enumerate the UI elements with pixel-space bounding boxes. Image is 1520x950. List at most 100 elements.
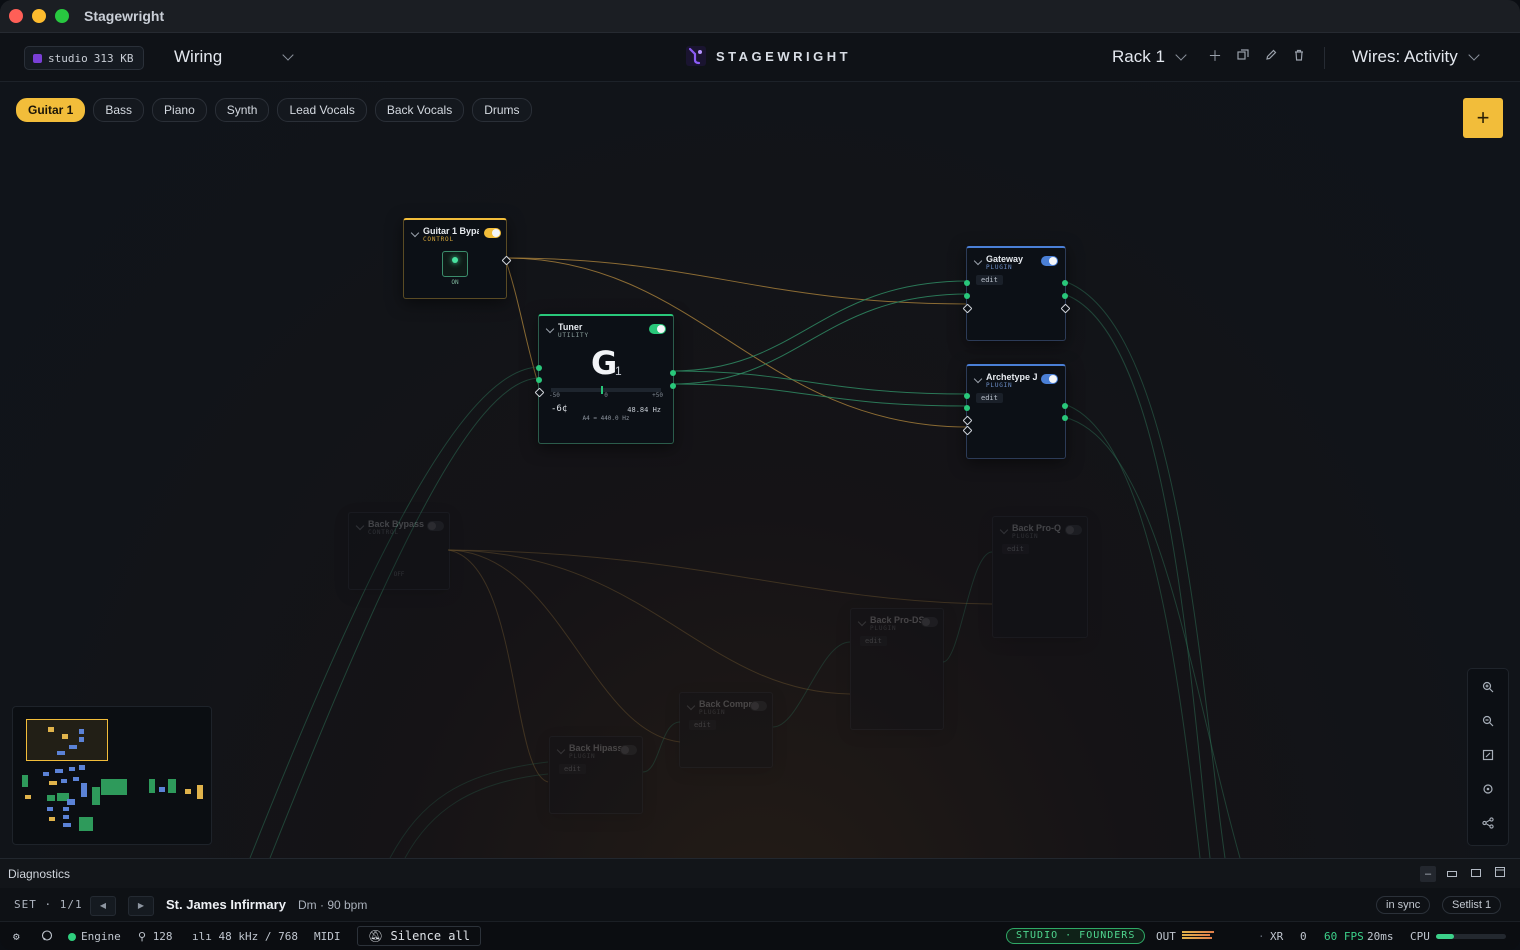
panel-medium-icon[interactable] [1468, 866, 1484, 882]
minimize-window-button[interactable] [32, 9, 46, 23]
setlist-select[interactable]: Setlist 1 [1442, 896, 1502, 914]
zoom-window-button[interactable] [55, 9, 69, 23]
sync-status[interactable]: in sync [1376, 896, 1431, 914]
audio-in-port[interactable] [964, 393, 970, 399]
audio-out-port[interactable] [670, 370, 676, 376]
bypass-state-label: OFF [393, 571, 405, 578]
edit-plugin-button[interactable]: edit [976, 393, 1003, 403]
node-tuner[interactable]: Tuner UTILITY G 1 -50 0 +50 -6¢ 48.84 Hz… [534, 314, 676, 444]
node-back-comp[interactable]: Back Compr PLUGIN edit [679, 692, 773, 768]
audio-out-port[interactable] [1062, 403, 1068, 409]
collapse-chevron-icon[interactable] [556, 745, 566, 755]
audio-in-port[interactable] [536, 377, 542, 383]
wires-mode-select[interactable]: Wires: Activity [1352, 47, 1480, 67]
zoom-in-icon[interactable] [1480, 681, 1495, 696]
title-bar: Stagewright [0, 0, 1520, 33]
midi-status[interactable]: MIDI [314, 930, 341, 943]
bypass-switch-button[interactable] [442, 251, 468, 277]
wiring-canvas[interactable]: Guitar 1 Bass Piano Synth Lead Vocals Ba… [0, 82, 1520, 858]
node-archetype[interactable]: Archetype J PLUGIN edit [962, 364, 1068, 459]
audio-in-port[interactable] [964, 280, 970, 286]
silence-all-button[interactable]: 🔕︎ Silence all [357, 926, 481, 946]
minimap[interactable] [12, 706, 212, 845]
previous-song-button[interactable]: ◀ [90, 896, 116, 916]
node-header: Back Compr PLUGIN [686, 699, 752, 717]
auto-layout-icon[interactable] [1480, 817, 1495, 832]
minimap-node [63, 815, 69, 819]
audio-out-port[interactable] [1062, 415, 1068, 421]
next-song-button[interactable]: ▶ [128, 896, 154, 916]
audio-in-port[interactable] [964, 405, 970, 411]
collapse-chevron-icon[interactable] [545, 324, 555, 334]
duplicate-rack-icon[interactable] [1236, 49, 1250, 63]
tab-synth[interactable]: Synth [214, 98, 270, 122]
node-title: Back Hipass [569, 743, 623, 753]
buffer-value: 128 [152, 930, 173, 943]
node-back-bypass[interactable]: Back Bypass CONTROL OFF [348, 512, 450, 590]
edit-plugin-button[interactable]: edit [689, 720, 716, 730]
tab-bass[interactable]: Bass [93, 98, 145, 122]
chat-icon[interactable] [41, 930, 53, 945]
panel-maximize-icon[interactable] [1492, 866, 1508, 882]
collapse-chevron-icon[interactable] [355, 521, 365, 531]
window-title: Stagewright [84, 8, 165, 24]
collapse-chevron-icon[interactable] [410, 228, 420, 238]
node-power-toggle[interactable] [750, 701, 767, 711]
close-window-button[interactable] [9, 9, 23, 23]
collapse-chevron-icon[interactable] [973, 374, 983, 384]
center-view-icon[interactable] [1480, 783, 1495, 798]
settings-gear-icon[interactable]: ⚙ [13, 930, 20, 943]
edit-plugin-button[interactable]: edit [1002, 544, 1029, 554]
panel-small-icon[interactable] [1444, 866, 1460, 882]
studio-chip[interactable]: studio 313 KB [24, 46, 144, 70]
node-back-hipass[interactable]: Back Hipass PLUGIN edit [549, 736, 643, 814]
fit-view-icon[interactable] [1480, 749, 1495, 764]
node-title: Back Pro-DS [870, 615, 925, 625]
node-power-toggle[interactable] [921, 617, 938, 627]
minimap-node [79, 729, 84, 734]
engine-status[interactable]: Engine [68, 930, 121, 943]
collapse-chevron-icon[interactable] [999, 525, 1009, 535]
node-power-toggle[interactable] [484, 228, 501, 238]
delete-rack-icon[interactable] [1292, 49, 1306, 63]
tab-back-vocals[interactable]: Back Vocals [374, 98, 465, 122]
collapse-chevron-icon[interactable] [973, 256, 983, 266]
brand-logo-icon [686, 46, 706, 66]
audio-out-port[interactable] [670, 383, 676, 389]
minimap-viewport[interactable] [26, 719, 108, 761]
add-rack-icon[interactable]: ＋ [1208, 49, 1222, 63]
add-node-button[interactable]: + [1463, 98, 1503, 138]
node-power-toggle[interactable] [1041, 256, 1058, 266]
tab-guitar-1[interactable]: Guitar 1 [16, 98, 86, 122]
node-back-prods[interactable]: Back Pro-DS PLUGIN edit [850, 608, 944, 730]
audio-out-port[interactable] [1062, 293, 1068, 299]
panel-minimize-icon[interactable]: – [1420, 866, 1436, 882]
node-subtitle: CONTROL [423, 236, 454, 243]
edit-plugin-button[interactable]: edit [559, 764, 586, 774]
edit-plugin-button[interactable]: edit [976, 275, 1003, 285]
collapse-chevron-icon[interactable] [686, 701, 696, 711]
edit-plugin-button[interactable]: edit [860, 636, 887, 646]
node-guitar-bypass[interactable]: Guitar 1 Bypass CONTROL ON [403, 218, 512, 299]
zoom-out-icon[interactable] [1480, 715, 1495, 730]
rename-rack-icon[interactable] [1264, 49, 1278, 63]
collapse-chevron-icon[interactable] [857, 617, 867, 627]
view-mode-label: Wiring [174, 47, 223, 66]
node-power-toggle[interactable] [649, 324, 666, 334]
sample-rate[interactable]: ılı 48 kHz / 768 [192, 930, 298, 943]
audio-in-port[interactable] [536, 365, 542, 371]
node-back-proq[interactable]: Back Pro-Q PLUGIN edit [992, 516, 1088, 638]
rack-select[interactable]: Rack 1 [1112, 47, 1187, 67]
node-power-toggle[interactable] [1065, 525, 1082, 535]
audio-out-port[interactable] [1062, 280, 1068, 286]
buffer-size[interactable]: ⚲ 128 [138, 930, 173, 943]
tab-drums[interactable]: Drums [472, 98, 532, 122]
node-power-toggle[interactable] [620, 745, 637, 755]
node-power-toggle[interactable] [427, 521, 444, 531]
tab-piano[interactable]: Piano [152, 98, 207, 122]
view-mode-select[interactable]: Wiring [174, 47, 294, 67]
audio-in-port[interactable] [964, 293, 970, 299]
node-power-toggle[interactable] [1041, 374, 1058, 384]
node-gateway[interactable]: Gateway PLUGIN edit [962, 246, 1071, 341]
tab-lead-vocals[interactable]: Lead Vocals [277, 98, 367, 122]
